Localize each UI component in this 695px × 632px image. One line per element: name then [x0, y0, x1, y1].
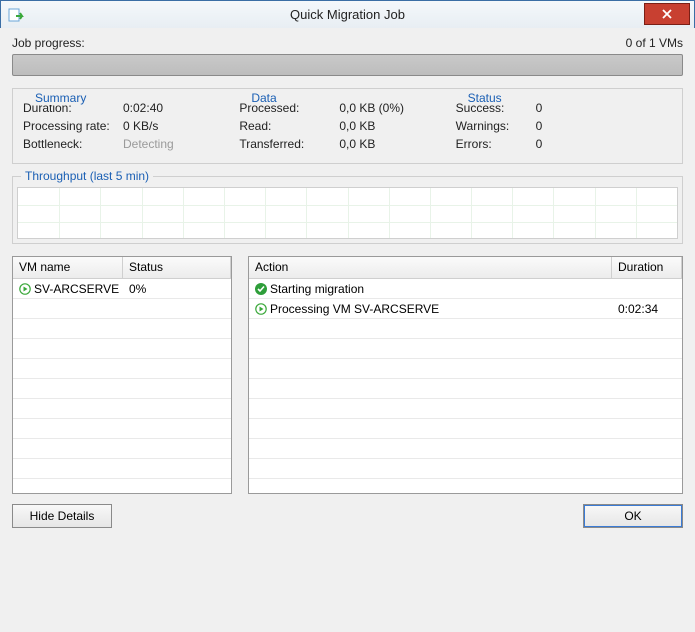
data-legend: Data — [247, 91, 280, 105]
action-grid-body: Starting migration Processing VM SV-ARCS… — [249, 279, 682, 493]
rate-value: 0 KB/s — [123, 117, 158, 135]
read-label: Read: — [239, 117, 339, 135]
transferred-label: Transferred: — [239, 135, 339, 153]
hide-details-button[interactable]: Hide Details — [12, 504, 112, 528]
action-grid-header: Action Duration — [249, 257, 682, 279]
throughput-legend: Throughput (last 5 min) — [21, 169, 153, 183]
errors-value: 0 — [536, 135, 576, 153]
warnings-value: 0 — [536, 117, 576, 135]
buttons-row: Hide Details OK — [12, 504, 683, 528]
action-col-action[interactable]: Action — [249, 257, 612, 278]
app-icon — [7, 6, 25, 24]
vm-col-name[interactable]: VM name — [13, 257, 123, 278]
bottleneck-value: Detecting — [123, 135, 174, 153]
action-text: Starting migration — [270, 282, 364, 296]
vm-col-status[interactable]: Status — [123, 257, 231, 278]
play-icon — [19, 283, 31, 295]
action-row[interactable]: Processing VM SV-ARCSERVE 0:02:34 — [249, 299, 682, 319]
vm-grid-body: SV-ARCSERVE 0% — [13, 279, 231, 493]
data-column: Data Processed:0,0 KB (0%) Read:0,0 KB T… — [239, 99, 455, 153]
vm-status-cell: 0% — [123, 282, 152, 296]
check-icon — [255, 283, 267, 295]
status-legend: Status — [464, 91, 506, 105]
bottom-grids: VM name Status SV-ARCSERVE 0% Action — [12, 256, 683, 494]
bottleneck-label: Bottleneck: — [23, 135, 123, 153]
action-grid: Action Duration Starting migration — [248, 256, 683, 494]
play-icon — [255, 303, 267, 315]
progress-bar — [12, 54, 683, 76]
throughput-chart — [17, 187, 678, 239]
vm-grid-header: VM name Status — [13, 257, 231, 279]
summary-column: Summary Duration:0:02:40 Processing rate… — [23, 99, 239, 153]
warnings-label: Warnings: — [456, 117, 536, 135]
success-value: 0 — [536, 99, 576, 117]
processed-value: 0,0 KB (0%) — [339, 99, 404, 117]
action-col-duration[interactable]: Duration — [612, 257, 682, 278]
action-row[interactable]: Starting migration — [249, 279, 682, 299]
summary-legend: Summary — [31, 91, 90, 105]
progress-label: Job progress: — [12, 36, 85, 50]
action-duration: 0:02:34 — [612, 302, 682, 316]
transferred-value: 0,0 KB — [339, 135, 375, 153]
vm-grid: VM name Status SV-ARCSERVE 0% — [12, 256, 232, 494]
duration-value: 0:02:40 — [123, 99, 163, 117]
action-text: Processing VM SV-ARCSERVE — [270, 302, 439, 316]
vm-row[interactable]: SV-ARCSERVE 0% — [13, 279, 231, 299]
read-value: 0,0 KB — [339, 117, 375, 135]
titlebar: Quick Migration Job — [1, 1, 694, 29]
window-title: Quick Migration Job — [1, 7, 694, 22]
client-area: Job progress: 0 of 1 VMs Summary Duratio… — [0, 28, 695, 632]
close-button[interactable] — [644, 3, 690, 25]
throughput-group: Throughput (last 5 min) — [12, 176, 683, 244]
stats-group: Summary Duration:0:02:40 Processing rate… — [12, 88, 683, 164]
progress-status: 0 of 1 VMs — [626, 36, 683, 50]
status-column: Status Success:0 Warnings:0 Errors:0 — [456, 99, 672, 153]
ok-button[interactable]: OK — [583, 504, 683, 528]
progress-row: Job progress: 0 of 1 VMs — [12, 36, 683, 50]
errors-label: Errors: — [456, 135, 536, 153]
rate-label: Processing rate: — [23, 117, 123, 135]
vm-name-cell: SV-ARCSERVE — [34, 282, 119, 296]
